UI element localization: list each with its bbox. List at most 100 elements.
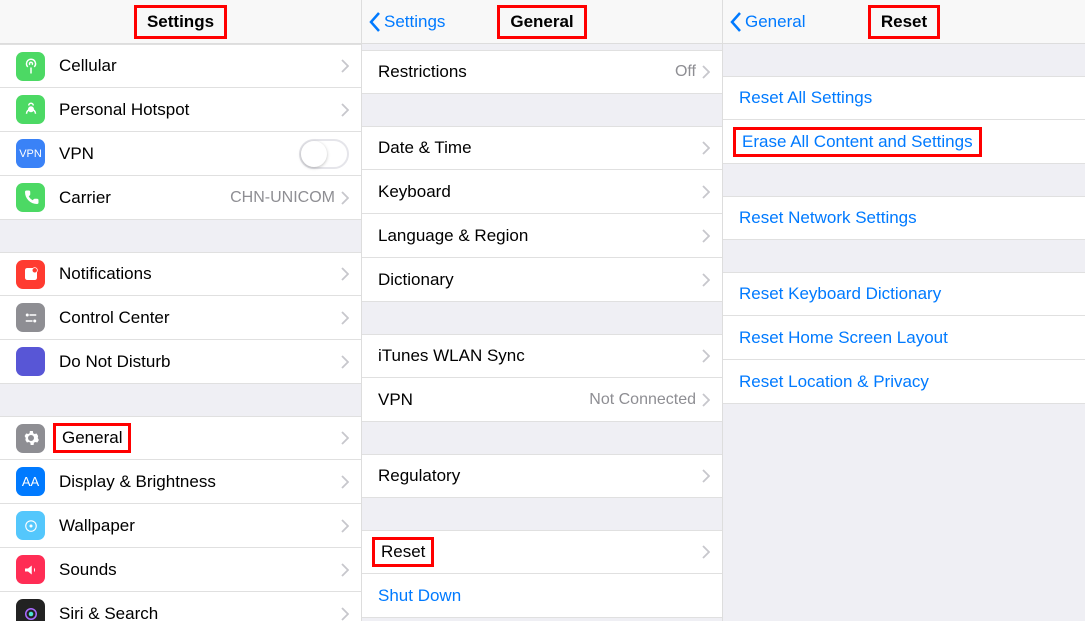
general-label: General (59, 425, 125, 451)
notifications-icon (16, 260, 45, 289)
erase-all-label: Erase All Content and Settings (739, 129, 976, 155)
back-settings-label: Settings (384, 12, 445, 32)
reset-home-label: Reset Home Screen Layout (739, 328, 948, 348)
settings-content: Cellular Personal Hotspot VPN VPN Carrie… (0, 44, 361, 621)
reset-content: Reset All Settings Erase All Content and… (723, 44, 1085, 621)
general-icon (16, 424, 45, 453)
chevron-right-icon (702, 545, 710, 559)
general-highlight: General (53, 423, 131, 453)
settings-title-highlight: Settings (134, 5, 227, 39)
reset-panel: General Reset Reset All Settings Erase A… (723, 0, 1085, 621)
chevron-right-icon (341, 191, 349, 205)
hotspot-label: Personal Hotspot (59, 100, 189, 120)
control-center-icon (16, 303, 45, 332)
display-icon: AA (16, 467, 45, 496)
row-reset-network[interactable]: Reset Network Settings (723, 196, 1085, 240)
chevron-right-icon (341, 607, 349, 621)
row-reset-home[interactable]: Reset Home Screen Layout (723, 316, 1085, 360)
row-notifications[interactable]: Notifications (0, 252, 361, 296)
row-restrictions[interactable]: Restrictions Off (362, 50, 722, 94)
row-datetime[interactable]: Date & Time (362, 126, 722, 170)
chevron-left-icon (368, 11, 382, 33)
display-label: Display & Brightness (59, 472, 216, 492)
back-to-general[interactable]: General (723, 11, 805, 33)
notifications-label: Notifications (59, 264, 152, 284)
settings-title: Settings (0, 9, 361, 35)
dnd-icon (16, 347, 45, 376)
restrictions-value: Off (675, 63, 696, 81)
row-reset[interactable]: Reset (362, 530, 722, 574)
row-itunes-sync[interactable]: iTunes WLAN Sync (362, 334, 722, 378)
chevron-right-icon (341, 519, 349, 533)
back-to-settings[interactable]: Settings (362, 11, 445, 33)
vpn-toggle[interactable] (299, 139, 349, 169)
row-sounds[interactable]: Sounds (0, 548, 361, 592)
reset-keyboard-label: Reset Keyboard Dictionary (739, 284, 941, 304)
row-language[interactable]: Language & Region (362, 214, 722, 258)
carrier-label: Carrier (59, 188, 111, 208)
row-reset-location[interactable]: Reset Location & Privacy (723, 360, 1085, 404)
dictionary-label: Dictionary (378, 270, 454, 290)
chevron-right-icon (341, 103, 349, 117)
row-hotspot[interactable]: Personal Hotspot (0, 88, 361, 132)
reset-title-highlight: Reset (868, 5, 940, 39)
row-cellular[interactable]: Cellular (0, 44, 361, 88)
settings-panel: Settings Cellular Personal Hotspot VPN V… (0, 0, 362, 621)
restrictions-label: Restrictions (378, 62, 467, 82)
sounds-icon (16, 555, 45, 584)
row-regulatory[interactable]: Regulatory (362, 454, 722, 498)
language-label: Language & Region (378, 226, 528, 246)
vpn-status-value: Not Connected (589, 391, 696, 409)
erase-all-highlight: Erase All Content and Settings (733, 127, 982, 157)
general-content: Restrictions Off Date & Time Keyboard La… (362, 44, 722, 621)
general-navbar: Settings General (362, 0, 722, 44)
datetime-label: Date & Time (378, 138, 472, 158)
chevron-right-icon (702, 273, 710, 287)
row-carrier[interactable]: Carrier CHN-UNICOM (0, 176, 361, 220)
row-vpn[interactable]: VPN VPN (0, 132, 361, 176)
chevron-right-icon (702, 65, 710, 79)
row-dnd[interactable]: Do Not Disturb (0, 340, 361, 384)
row-vpn-status[interactable]: VPN Not Connected (362, 378, 722, 422)
row-keyboard[interactable]: Keyboard (362, 170, 722, 214)
chevron-right-icon (341, 311, 349, 325)
chevron-right-icon (341, 431, 349, 445)
chevron-right-icon (341, 475, 349, 489)
chevron-left-icon (729, 11, 743, 33)
itunes-label: iTunes WLAN Sync (378, 346, 525, 366)
hotspot-icon (16, 95, 45, 124)
general-title-highlight: General (497, 5, 586, 39)
back-general-label: General (745, 12, 805, 32)
vpn-label: VPN (59, 144, 94, 164)
chevron-right-icon (702, 469, 710, 483)
dnd-label: Do Not Disturb (59, 352, 170, 372)
row-display[interactable]: AA Display & Brightness (0, 460, 361, 504)
row-shutdown[interactable]: Shut Down (362, 574, 722, 618)
row-reset-all[interactable]: Reset All Settings (723, 76, 1085, 120)
row-control-center[interactable]: Control Center (0, 296, 361, 340)
cellular-label: Cellular (59, 56, 117, 76)
wallpaper-label: Wallpaper (59, 516, 135, 536)
siri-label: Siri & Search (59, 604, 158, 621)
shutdown-label: Shut Down (378, 586, 461, 606)
reset-highlight: Reset (372, 537, 434, 567)
row-general[interactable]: General (0, 416, 361, 460)
row-reset-keyboard[interactable]: Reset Keyboard Dictionary (723, 272, 1085, 316)
reset-all-label: Reset All Settings (739, 88, 872, 108)
row-wallpaper[interactable]: Wallpaper (0, 504, 361, 548)
sounds-label: Sounds (59, 560, 117, 580)
chevron-right-icon (341, 267, 349, 281)
row-siri[interactable]: Siri & Search (0, 592, 361, 621)
siri-icon (16, 599, 45, 621)
chevron-right-icon (341, 59, 349, 73)
row-erase-all[interactable]: Erase All Content and Settings (723, 120, 1085, 164)
carrier-value: CHN-UNICOM (230, 189, 335, 207)
chevron-right-icon (702, 185, 710, 199)
chevron-right-icon (702, 349, 710, 363)
reset-navbar: General Reset (723, 0, 1085, 44)
carrier-icon (16, 183, 45, 212)
chevron-right-icon (341, 563, 349, 577)
control-center-label: Control Center (59, 308, 170, 328)
settings-navbar: Settings (0, 0, 361, 44)
row-dictionary[interactable]: Dictionary (362, 258, 722, 302)
